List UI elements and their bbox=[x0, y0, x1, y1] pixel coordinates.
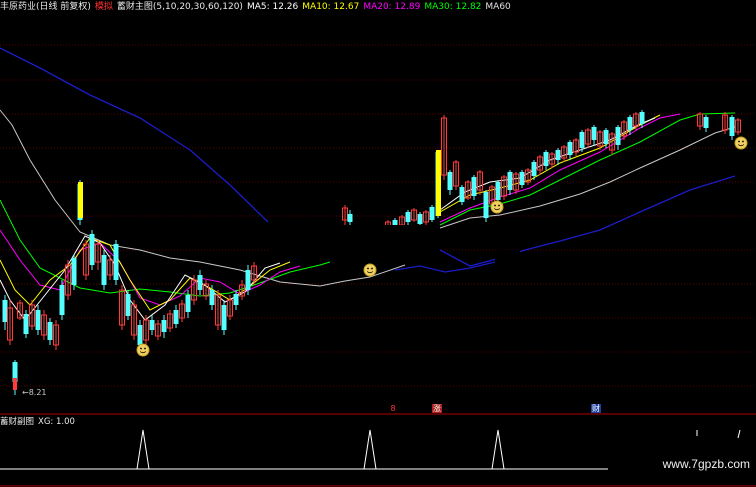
candle-body-down bbox=[101, 255, 107, 285]
xg-signal-spike bbox=[136, 429, 150, 470]
mode-label[interactable]: 模拟 bbox=[95, 0, 113, 14]
candle-body-down bbox=[591, 127, 597, 140]
candle-body-down bbox=[703, 117, 709, 128]
candle-body-down bbox=[459, 187, 465, 202]
smiley-icon bbox=[734, 136, 748, 150]
candle-body-down bbox=[197, 275, 203, 290]
candle-body-down bbox=[71, 258, 77, 285]
ma20-line-right bbox=[439, 113, 681, 223]
candle-body-down bbox=[417, 214, 423, 224]
candle-body-down bbox=[125, 294, 131, 316]
chart-canvas[interactable] bbox=[0, 0, 756, 487]
candle-body-down bbox=[2, 300, 8, 322]
xg-signal-spike bbox=[491, 429, 505, 470]
smiley-eye bbox=[371, 267, 373, 270]
candle-body-down bbox=[221, 305, 227, 330]
candle-body-down bbox=[639, 112, 645, 124]
candle-body-down bbox=[429, 207, 435, 220]
smiley-eye bbox=[367, 267, 369, 270]
candle-body-down bbox=[543, 152, 549, 166]
candle-body-down bbox=[35, 310, 41, 330]
candle-body-down bbox=[471, 177, 477, 196]
candle-body-down bbox=[579, 132, 585, 148]
ma10-label: MA10: 12.67 bbox=[302, 2, 360, 12]
signal-tag-wealth: 财 bbox=[591, 404, 601, 413]
candle-body-down bbox=[447, 172, 453, 190]
low-price-value: 8.21 bbox=[28, 388, 47, 397]
candle-body-down bbox=[209, 290, 215, 305]
candle-body-down bbox=[173, 310, 179, 324]
candle-body-down bbox=[405, 212, 411, 222]
watermark: www.7gpzb.com bbox=[662, 457, 750, 471]
sub-chart-header: 蓄财副图 XG: 1.00 bbox=[0, 416, 75, 428]
ma20-label: MA20: 12.89 bbox=[363, 2, 421, 12]
kline-chart-window[interactable]: 丰原药业(日线 前复权) 模拟 蓄财主图(5,10,20,30,60,120) … bbox=[0, 0, 756, 487]
chart-gap bbox=[495, 250, 520, 262]
candle-body-down bbox=[161, 320, 167, 332]
ma5-label: MA5: 12.26 bbox=[246, 2, 299, 12]
sub-chart-title[interactable]: 蓄财副图 bbox=[0, 416, 34, 428]
candle-body-down bbox=[615, 127, 621, 145]
smiley-eye bbox=[498, 204, 500, 207]
candle-body-down bbox=[113, 244, 119, 280]
smiley-eye bbox=[140, 347, 142, 350]
highlight-candle bbox=[78, 182, 83, 218]
candle-body-down bbox=[555, 150, 561, 160]
candle-body-down bbox=[47, 322, 53, 340]
candle-body-down bbox=[23, 314, 29, 334]
candle-body-down bbox=[729, 117, 735, 136]
candle-body-down bbox=[185, 295, 191, 312]
signal-tag-rise: 涨 bbox=[432, 404, 442, 413]
candle-body-down bbox=[233, 294, 239, 305]
sub-tick bbox=[737, 429, 741, 439]
candle-body-down bbox=[59, 285, 65, 315]
low-price-marker: ←8.21 bbox=[22, 388, 47, 397]
candle-body-down bbox=[531, 162, 537, 176]
smiley-eye bbox=[742, 140, 744, 143]
candle-body-down bbox=[89, 234, 95, 265]
ma30-label: MA30: 12.82 bbox=[424, 2, 482, 12]
candle-body-down bbox=[519, 172, 525, 185]
smiley-eye bbox=[144, 347, 146, 350]
candle-body-down bbox=[507, 172, 513, 190]
ma120-line bbox=[0, 47, 269, 223]
low-candle bbox=[13, 378, 17, 390]
smiley-eye bbox=[738, 140, 740, 143]
smiley-icon bbox=[490, 200, 504, 214]
smiley-eye bbox=[494, 204, 496, 207]
chart-gap bbox=[270, 225, 440, 255]
ma20-line bbox=[0, 229, 301, 306]
ma120-line-right bbox=[439, 175, 736, 267]
signal-tag-8: 8 bbox=[390, 404, 396, 413]
candle-body-down bbox=[347, 214, 353, 222]
candle-body-down bbox=[603, 130, 609, 144]
candle-body-down bbox=[137, 325, 143, 345]
candle-body-down bbox=[149, 320, 155, 330]
main-chart-header: 丰原药业(日线 前复权) 模拟 蓄财主图(5,10,20,30,60,120) … bbox=[0, 0, 511, 14]
xg-value: XG: 1.00 bbox=[38, 417, 75, 427]
candle-body-down bbox=[245, 270, 251, 290]
candle-body-down bbox=[483, 192, 489, 218]
ma5-line bbox=[0, 235, 281, 321]
stock-name[interactable]: 丰原药业(日线 前复权) bbox=[0, 0, 91, 14]
ma60-label: MA60 bbox=[485, 2, 511, 12]
candle-body-down bbox=[567, 142, 573, 155]
smiley-icon bbox=[136, 343, 150, 357]
candle-body-down bbox=[495, 182, 501, 200]
smiley-icon bbox=[363, 263, 377, 277]
indicator-name[interactable]: 蓄财主图(5,10,20,30,60,120) bbox=[117, 0, 243, 14]
highlight-candle bbox=[436, 150, 441, 216]
ma60-line bbox=[0, 109, 406, 287]
candle-body-down bbox=[627, 117, 633, 130]
xg-signal-spike bbox=[363, 429, 377, 470]
